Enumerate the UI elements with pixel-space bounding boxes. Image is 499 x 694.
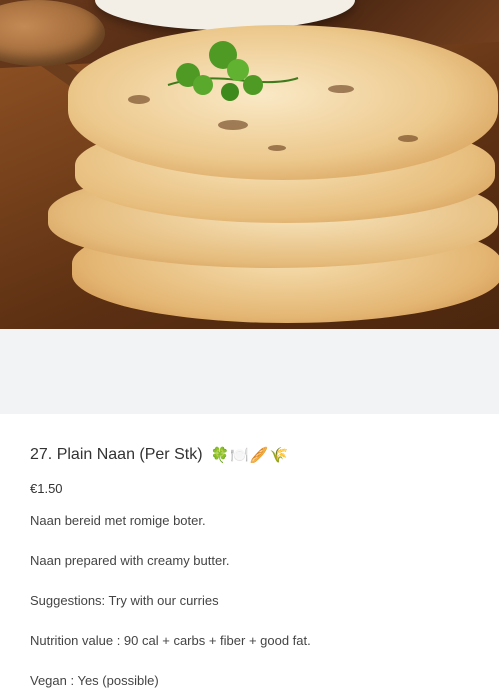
item-details: 27. Plain Naan (Per Stk) 🍀🍽️🥖🌾 €1.50 Naa… [0, 414, 499, 689]
vegan-text: Vegan : Yes (possible) [30, 673, 159, 688]
item-title: 27. Plain Naan (Per Stk) 🍀🍽️🥖🌾 [30, 446, 469, 464]
description-nl: Naan bereid met romige boter. [30, 513, 206, 528]
product-image [0, 0, 499, 329]
suggestions-text: Suggestions: Try with our curries [30, 593, 219, 608]
parsley-garnish-icon [167, 41, 299, 101]
diet-icons: 🍀🍽️🥖🌾 [210, 447, 290, 464]
description-en: Naan prepared with creamy butter. [30, 553, 230, 568]
spacer-band [0, 329, 499, 414]
wooden-spoon [0, 0, 105, 66]
item-name: 27. Plain Naan (Per Stk) [30, 446, 203, 463]
nutrition-text: Nutrition value : 90 cal + carbs + fiber… [30, 633, 311, 648]
item-price: €1.50 [30, 481, 63, 496]
